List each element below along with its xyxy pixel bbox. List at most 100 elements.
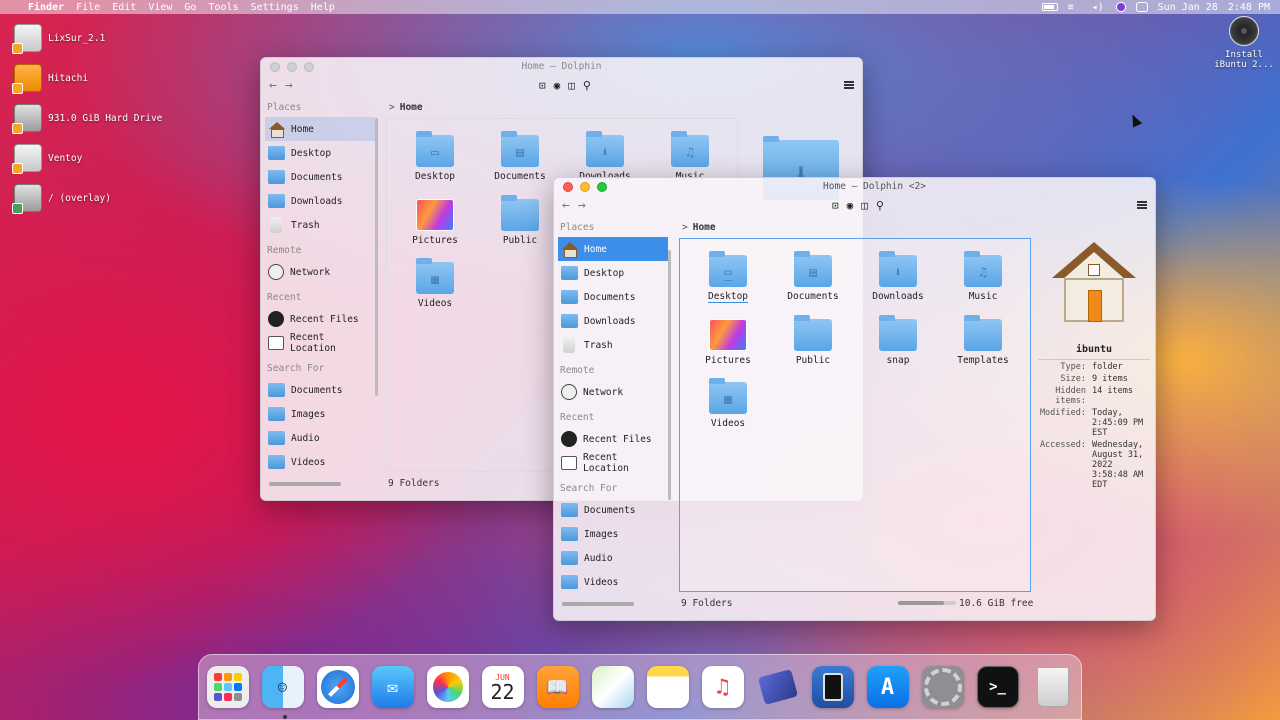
back-arrow-icon[interactable]: ←	[562, 198, 570, 213]
desktop-drive-hard-drive[interactable]: 931.0 GiB Hard Drive	[12, 104, 162, 134]
dock-safari-icon[interactable]	[316, 666, 359, 708]
desktop-drive-lixsur[interactable]: LixSur_2.1	[12, 24, 105, 54]
sidebar-item-search-audio[interactable]: Audio	[265, 426, 375, 450]
dock-photos-icon[interactable]	[426, 666, 469, 708]
sidebar-item-network[interactable]: Network	[265, 260, 375, 284]
menu-edit[interactable]: Edit	[106, 2, 142, 13]
dock-app-store-icon[interactable]: A	[866, 666, 909, 708]
forward-arrow-icon[interactable]: →	[578, 198, 586, 213]
menubar-time[interactable]: 2:48 PM	[1228, 2, 1270, 13]
sidebar-item-network[interactable]: Network	[558, 380, 668, 404]
folder-desktop[interactable]: ▭ Desktop	[395, 131, 475, 182]
folder-templates[interactable]: Templates	[943, 315, 1023, 366]
dock-video-editor-icon[interactable]	[757, 666, 799, 708]
maximize-button[interactable]	[597, 182, 607, 192]
desktop-drive-hitachi[interactable]: Hitachi	[12, 64, 88, 94]
sidebar-item-recent-locations[interactable]: Recent Location	[265, 331, 375, 355]
dock-mail-icon[interactable]: ✉	[371, 666, 414, 708]
volume-icon[interactable]: ◂)	[1092, 2, 1106, 13]
preview-icon[interactable]: ⊡	[832, 199, 839, 212]
sidebar-item-desktop[interactable]: Desktop	[265, 141, 375, 165]
breadcrumb[interactable]: > Home	[389, 102, 423, 113]
titlebar[interactable]: Home — Dolphin	[261, 58, 862, 74]
hamburger-menu-icon[interactable]	[844, 81, 854, 89]
split-view-icon[interactable]: ◫	[568, 79, 575, 92]
sidebar-item-documents[interactable]: Documents	[558, 285, 668, 309]
dolphin-window-front[interactable]: Home — Dolphin <2> ← → ⊡ ◉ ◫ ⚲ Places Ho…	[553, 177, 1156, 621]
folder-documents[interactable]: ▤ Documents	[480, 131, 560, 182]
menu-help[interactable]: Help	[305, 2, 341, 13]
sidebar-hscrollbar[interactable]	[269, 482, 341, 486]
dock-system-preferences-icon[interactable]	[921, 666, 964, 708]
dock-books-icon[interactable]: 📖	[536, 666, 579, 708]
sidebar-item-search-audio[interactable]: Audio	[558, 546, 668, 570]
breadcrumb[interactable]: > Home	[682, 222, 716, 233]
eye-icon[interactable]: ◉	[847, 199, 854, 212]
folder-downloads[interactable]: ⬇Downloads	[858, 251, 938, 302]
sidebar-item-search-documents[interactable]: Documents	[265, 378, 375, 402]
dock-music-icon[interactable]: ♫	[701, 666, 744, 708]
dock-trash-icon[interactable]	[1032, 666, 1074, 708]
menu-view[interactable]: View	[142, 2, 178, 13]
dock-notes-icon[interactable]	[646, 666, 689, 708]
maximize-button[interactable]	[304, 62, 314, 72]
folder-documents[interactable]: ▤ Documents	[773, 251, 853, 302]
desktop-drive-ventoy[interactable]: Ventoy	[12, 144, 82, 174]
forward-arrow-icon[interactable]: →	[285, 78, 293, 93]
preview-icon[interactable]: ⊡	[539, 79, 546, 92]
close-button[interactable]	[270, 62, 280, 72]
minimize-button[interactable]	[580, 182, 590, 192]
menu-settings[interactable]: Settings	[245, 2, 305, 13]
dock-finder-icon[interactable]: ☺	[261, 666, 304, 708]
eye-icon[interactable]: ◉	[554, 79, 561, 92]
folder-music[interactable]: ♫Music	[943, 251, 1023, 302]
hamburger-menu-icon[interactable]	[1137, 201, 1147, 209]
sidebar-item-downloads[interactable]: Downloads	[265, 189, 375, 213]
dock-terminal-icon[interactable]: >_	[976, 666, 1019, 708]
desktop-install-icon[interactable]: Install iBuntu 2...	[1214, 16, 1274, 70]
search-icon[interactable]: ⚲	[876, 199, 884, 212]
sidebar-item-recent-files[interactable]: Recent Files	[558, 427, 668, 451]
sidebar-item-recent-locations[interactable]: Recent Location	[558, 451, 668, 475]
sidebar-item-home[interactable]: Home	[265, 117, 375, 141]
folder-downloads[interactable]: ⬇Downloads	[565, 131, 645, 182]
menu-go[interactable]: Go	[178, 2, 202, 13]
close-button[interactable]	[563, 182, 573, 192]
sidebar-item-search-documents[interactable]: Documents	[558, 498, 668, 522]
folder-videos[interactable]: ▦ Videos	[688, 378, 768, 429]
menu-file[interactable]: File	[70, 2, 106, 13]
dock-calendar-icon[interactable]: JUN 22	[481, 666, 524, 708]
folder-desktop[interactable]: ▭ Desktop	[688, 251, 768, 303]
sidebar-item-search-images[interactable]: Images	[558, 522, 668, 546]
sidebar-item-downloads[interactable]: Downloads	[558, 309, 668, 333]
folder-public[interactable]: Public	[773, 315, 853, 366]
sidebar-hscrollbar[interactable]	[562, 602, 634, 606]
sidebar-item-search-videos[interactable]: Videos	[558, 570, 668, 594]
sidebar-item-search-videos[interactable]: Videos	[265, 450, 375, 474]
back-arrow-icon[interactable]: ←	[269, 78, 277, 93]
sidebar-scrollbar[interactable]	[668, 250, 671, 500]
control-center-icon[interactable]	[1135, 2, 1148, 12]
folder-music[interactable]: ♫Music	[650, 131, 730, 182]
file-view[interactable]: ▭Desktop ▤Documents ⬇Downloads ♫Music Pi…	[679, 238, 1031, 592]
menu-tools[interactable]: Tools	[202, 2, 244, 13]
user-status-icon[interactable]	[1115, 2, 1126, 12]
minimize-button[interactable]	[287, 62, 297, 72]
sidebar-item-trash[interactable]: Trash	[558, 333, 668, 357]
folder-pictures[interactable]: Pictures	[395, 199, 475, 246]
dock-launchpad-icon[interactable]	[206, 666, 249, 708]
search-icon[interactable]: ⚲	[583, 79, 591, 92]
folder-videos[interactable]: ▦ Videos	[395, 258, 475, 309]
sidebar-item-recent-files[interactable]: Recent Files	[265, 307, 375, 331]
menubar-date[interactable]: Sun Jan 28	[1158, 2, 1218, 13]
sidebar-item-trash[interactable]: Trash	[265, 213, 375, 237]
split-view-icon[interactable]: ◫	[861, 199, 868, 212]
folder-snap[interactable]: snap	[858, 315, 938, 366]
menu-app-name[interactable]: Finder	[22, 2, 70, 13]
folder-public[interactable]: Public	[480, 195, 560, 246]
titlebar[interactable]: Home — Dolphin <2>	[554, 178, 1155, 194]
sidebar-item-desktop[interactable]: Desktop	[558, 261, 668, 285]
sidebar-item-search-images[interactable]: Images	[265, 402, 375, 426]
sidebar-item-home[interactable]: Home	[558, 237, 668, 261]
folder-pictures[interactable]: Pictures	[688, 319, 768, 366]
